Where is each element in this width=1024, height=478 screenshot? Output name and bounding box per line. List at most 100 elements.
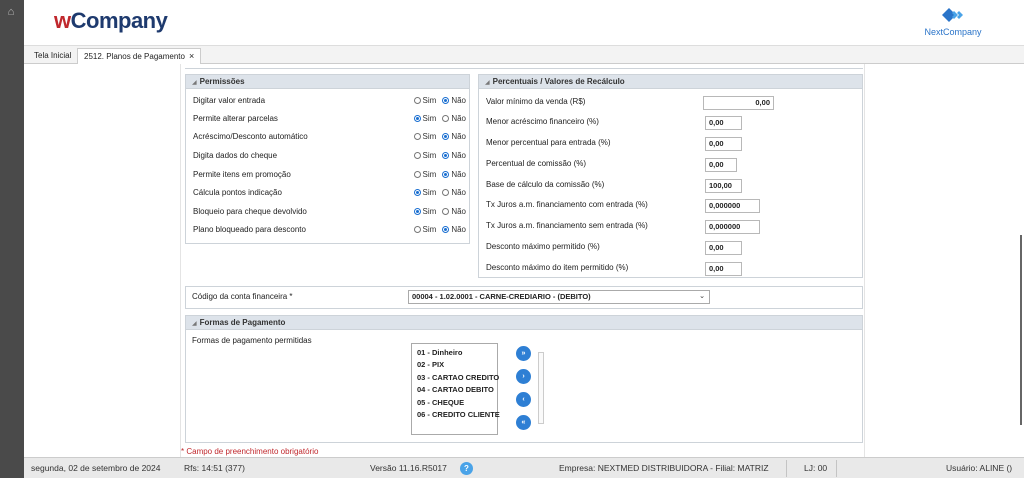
- list-item[interactable]: 01 - Dinheiro: [417, 347, 492, 359]
- radio-circle-icon[interactable]: [442, 115, 450, 122]
- permissao-row: Permite alterar parcelas Sim Não: [193, 113, 468, 125]
- formas-pagamento-header[interactable]: ◢ Formas de Pagamento: [186, 316, 862, 330]
- list-item[interactable]: 06 - CREDITO CLIENTE: [417, 409, 500, 421]
- close-icon[interactable]: ×: [189, 51, 194, 61]
- radio-circle-icon[interactable]: [442, 189, 450, 196]
- percentual-input[interactable]: 0,00: [705, 158, 737, 172]
- move-all-left-button[interactable]: «: [516, 415, 531, 430]
- radio-nao[interactable]: Não: [442, 151, 466, 160]
- radio-sim[interactable]: Sim: [413, 225, 437, 234]
- radio-nao[interactable]: Não: [442, 207, 466, 216]
- tab-label: Tela Inicial: [34, 51, 72, 60]
- right-gutter: [864, 64, 865, 457]
- page-scrollbar-thumb[interactable]: [1020, 235, 1022, 425]
- percentual-input[interactable]: 0,000000: [705, 220, 760, 234]
- radio-circle-icon[interactable]: [413, 208, 421, 215]
- permissao-label: Plano bloqueado para desconto: [193, 225, 306, 234]
- radio-circle-icon[interactable]: [413, 152, 421, 159]
- tab-tela-inicial[interactable]: Tela Inicial: [28, 48, 77, 64]
- tab-strip: Tela Inicial 2512. Planos de Pagamento ×: [24, 46, 1024, 64]
- home-icon[interactable]: ⌂: [5, 6, 17, 18]
- radio-label: Não: [451, 188, 466, 197]
- radio-label: Não: [451, 207, 466, 216]
- conta-financeira-panel: Código da conta financeira * 00004 - 1.0…: [185, 286, 863, 309]
- radio-label: Sim: [422, 225, 437, 234]
- percentual-input[interactable]: 0,00: [703, 96, 774, 110]
- percentual-label: Tx Juros a.m. financiamento sem entrada …: [486, 221, 648, 230]
- help-icon[interactable]: ?: [460, 462, 473, 475]
- radio-nao[interactable]: Não: [442, 170, 466, 179]
- app-header: wCompany NextCompany: [24, 0, 1024, 46]
- nextcompany-label: NextCompany: [924, 27, 982, 37]
- nextcompany-logo-icon: [942, 8, 963, 22]
- tab-planos-de-pagamento[interactable]: 2512. Planos de Pagamento ×: [77, 48, 202, 64]
- radio-circle-icon[interactable]: [442, 152, 450, 159]
- panel-title: Percentuais / Valores de Recálculo: [492, 77, 625, 86]
- radio-label: Sim: [422, 96, 437, 105]
- percentual-input[interactable]: 0,00: [705, 137, 742, 151]
- permissoes-panel: ◢ Permissões Digitar valor entrada Sim Não P…: [185, 74, 470, 244]
- move-right-button[interactable]: ›: [516, 369, 531, 384]
- percentual-input[interactable]: 0,00: [705, 241, 742, 255]
- permissoes-header[interactable]: ◢ Permissões: [186, 75, 469, 89]
- radio-circle-icon[interactable]: [413, 171, 421, 178]
- percentuais-header[interactable]: ◢ Percentuais / Valores de Recálculo: [479, 75, 862, 89]
- conta-financeira-select[interactable]: 00004 - 1.02.0001 - CARNE-CREDIARIO - (D…: [408, 290, 710, 304]
- permissao-options: Sim Não: [413, 224, 466, 236]
- status-date: segunda, 02 de setembro de 2024: [31, 463, 161, 473]
- list-item[interactable]: 02 - PIX: [417, 359, 492, 371]
- radio-sim[interactable]: Sim: [413, 151, 437, 160]
- list-item[interactable]: 05 - CHEQUE: [417, 397, 492, 409]
- collapse-triangle-icon: ◢: [192, 80, 197, 86]
- radio-label: Sim: [422, 132, 437, 141]
- radio-circle-icon[interactable]: [413, 189, 421, 196]
- radio-nao[interactable]: Não: [442, 188, 466, 197]
- required-field-note: * Campo de preenchimento obrigatório: [181, 447, 319, 456]
- percentual-input[interactable]: 0,00: [705, 116, 742, 130]
- status-version: Versão 11.16.R5017: [370, 463, 447, 473]
- percentual-input[interactable]: 0,000000: [705, 199, 760, 213]
- percentual-input[interactable]: 0,00: [705, 262, 742, 276]
- permissao-options: Sim Não: [413, 206, 466, 218]
- list-scrollbar[interactable]: [538, 352, 544, 424]
- radio-circle-icon[interactable]: [442, 133, 450, 140]
- radio-circle-icon[interactable]: [442, 208, 450, 215]
- radio-label: Não: [451, 132, 466, 141]
- move-left-button[interactable]: ‹: [516, 392, 531, 407]
- radio-label: Sim: [422, 170, 437, 179]
- permissao-label: Digita dados do cheque: [193, 151, 278, 160]
- percentual-input[interactable]: 100,00: [705, 179, 742, 193]
- radio-circle-icon[interactable]: [413, 97, 421, 104]
- radio-sim[interactable]: Sim: [413, 170, 437, 179]
- radio-nao[interactable]: Não: [442, 114, 466, 123]
- panel-title: Permissões: [199, 77, 245, 86]
- radio-circle-icon[interactable]: [413, 133, 421, 140]
- radio-nao[interactable]: Não: [442, 96, 466, 105]
- list-item[interactable]: 04 - CARTAO DEBITO: [417, 384, 494, 396]
- radio-circle-icon[interactable]: [413, 226, 421, 233]
- percentual-label: Menor percentual para entrada (%): [486, 138, 611, 147]
- move-all-right-button[interactable]: »: [516, 346, 531, 361]
- permissao-options: Sim Não: [413, 187, 466, 199]
- nextcompany-logo: NextCompany: [922, 5, 984, 41]
- radio-sim[interactable]: Sim: [413, 132, 437, 141]
- radio-circle-icon[interactable]: [442, 226, 450, 233]
- radio-circle-icon[interactable]: [413, 115, 421, 122]
- permissao-options: Sim Não: [413, 169, 466, 181]
- radio-circle-icon[interactable]: [442, 97, 450, 104]
- radio-nao[interactable]: Não: [442, 132, 466, 141]
- top-divider: [185, 64, 863, 69]
- permissao-options: Sim Não: [413, 150, 466, 162]
- radio-sim[interactable]: Sim: [413, 207, 436, 216]
- radio-label: Sim: [422, 151, 437, 160]
- radio-sim[interactable]: Sim: [413, 188, 436, 197]
- radio-circle-icon[interactable]: [442, 171, 450, 178]
- status-bar: segunda, 02 de setembro de 2024 Rfs: 14:…: [24, 457, 1024, 478]
- radio-sim[interactable]: Sim: [413, 114, 436, 123]
- formas-permitidas-list[interactable]: 01 - Dinheiro 02 - PIX 03 - CARTAO CREDITO…: [411, 343, 500, 435]
- permissao-label: Acréscimo/Desconto automático: [193, 132, 308, 141]
- radio-nao[interactable]: Não: [442, 225, 466, 234]
- radio-sim[interactable]: Sim: [413, 96, 437, 105]
- left-rail: ⌂: [0, 0, 24, 478]
- list-item[interactable]: 03 - CARTAO CREDITO: [417, 372, 499, 384]
